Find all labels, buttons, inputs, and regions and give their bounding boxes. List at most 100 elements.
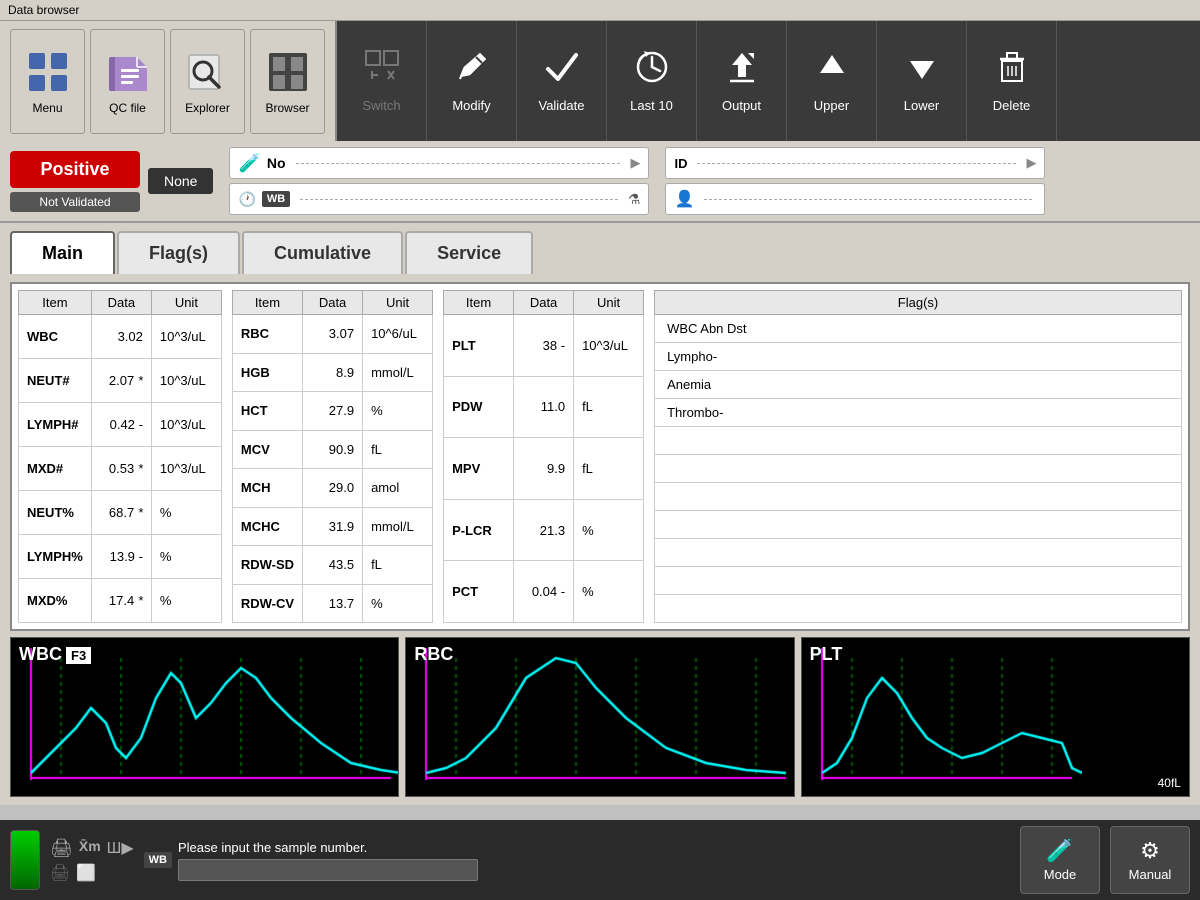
wb-status-badge: WB [144, 852, 172, 868]
table-row: MXD%17.4 *% [19, 579, 222, 623]
table-row: MXD#0.53 *10^3/uL [19, 447, 222, 491]
table-row [655, 483, 1182, 511]
id-label: ID [674, 156, 687, 171]
tube-icon: 🧪 [238, 153, 260, 174]
status-positive: Positive [10, 151, 140, 188]
plt-chart-label: PLT [810, 644, 843, 665]
tabs: Main Flag(s) Cumulative Service [10, 231, 1190, 274]
blood-icon: Ш▶ [107, 838, 134, 859]
xm-icon: X̄m [79, 838, 101, 859]
manual-icon: ⚙ [1140, 838, 1160, 864]
wbc-table: Item Data Unit WBC3.02 10^3/uLNEUT#2.07 … [18, 290, 222, 623]
clock-icon: 🕐 [238, 191, 255, 208]
blank-icon: ⬜ [76, 863, 96, 883]
table-row: NEUT#2.07 *10^3/uL [19, 359, 222, 403]
table-row: WBC Abn Dst [655, 315, 1182, 343]
title-bar: Data browser [0, 0, 1200, 21]
printer2-icon[interactable]: 🖨 [50, 863, 70, 883]
printer-icon[interactable]: 🖨 [50, 838, 73, 859]
table-row [655, 567, 1182, 595]
arrow-right-id-icon: ▶ [1026, 155, 1036, 171]
person-icon: 👤 [674, 189, 694, 209]
last10-button[interactable]: Last 10 [607, 21, 697, 141]
mode-label: Mode [1044, 867, 1077, 882]
output-button[interactable]: Output [697, 21, 787, 141]
plt-chart-unit: 40fL [1158, 776, 1181, 790]
table-row: Lympho- [655, 343, 1182, 371]
validate-button[interactable]: Validate [517, 21, 607, 141]
delete-button[interactable]: Delete [967, 21, 1057, 141]
table-row: RBC3.0710^6/uL [232, 315, 432, 354]
plt-col-data: Data [514, 291, 574, 315]
wb-badge-sample: WB [262, 191, 290, 207]
table-row: WBC3.02 10^3/uL [19, 315, 222, 359]
upper-button[interactable]: Upper [787, 21, 877, 141]
table-row: P-LCR21.3 % [444, 499, 644, 561]
wbc-chart-label: WBCF3 [19, 644, 91, 665]
none-box: None [148, 168, 213, 194]
table-row: PDW11.0 fL [444, 376, 644, 438]
table-row: LYMPH%13.9 -% [19, 535, 222, 579]
table-row: RDW-CV13.7% [232, 584, 432, 623]
table-row [655, 511, 1182, 539]
arrow-right-icon: ▶ [630, 155, 640, 171]
table-row: Thrombo- [655, 399, 1182, 427]
data-area: Item Data Unit WBC3.02 10^3/uLNEUT#2.07 … [10, 282, 1190, 631]
table-row: HCT27.9% [232, 392, 432, 431]
rbc-chart: RBC 250fL [405, 637, 794, 797]
plt-chart: PLT 40fL [801, 637, 1190, 797]
wbc-col-item: Item [19, 291, 92, 315]
charts-area: WBCF3 300fL RBC 250fL PLT 40fL [10, 637, 1190, 797]
plt-table: Item Data Unit PLT38 -10^3/uLPDW11.0 fLM… [443, 290, 644, 623]
table-row: MCHC31.9mmol/L [232, 507, 432, 546]
patient-area: Positive Not Validated None 🧪 No ▶ 🕐 WB … [0, 141, 1200, 223]
sample-no-label: No [267, 155, 286, 171]
tab-service[interactable]: Service [405, 231, 533, 274]
mode-icon: 🧪 [1046, 838, 1073, 864]
plt-col-item: Item [444, 291, 514, 315]
status-not-validated: Not Validated [10, 192, 140, 212]
modify-button[interactable]: Modify [427, 21, 517, 141]
table-row: PCT0.04 -% [444, 561, 644, 623]
switch-button[interactable]: Switch [337, 21, 427, 141]
browser-button[interactable]: Browser [250, 29, 325, 134]
table-row [655, 427, 1182, 455]
tab-cumulative[interactable]: Cumulative [242, 231, 403, 274]
lower-button[interactable]: Lower [877, 21, 967, 141]
table-row: Anemia [655, 371, 1182, 399]
table-row: MCV90.9fL [232, 430, 432, 469]
table-row: PLT38 -10^3/uL [444, 315, 644, 377]
status-bar: 🖨 X̄m Ш▶ 🖨 ⬜ WB Please input the sample … [0, 820, 1200, 900]
rbc-table: Item Data Unit RBC3.0710^6/uLHGB8.9mmol/… [232, 290, 433, 623]
table-row: LYMPH#0.42 -10^3/uL [19, 403, 222, 447]
table-row [655, 595, 1182, 623]
explorer-button[interactable]: Explorer [170, 29, 245, 134]
manual-button[interactable]: ⚙ Manual [1110, 826, 1190, 894]
qcfile-button[interactable]: QC file [90, 29, 165, 134]
rbc-col-unit: Unit [363, 291, 433, 315]
rbc-col-data: Data [303, 291, 363, 315]
toolbar: Menu QC file [0, 21, 1200, 141]
table-row: HGB8.9mmol/L [232, 353, 432, 392]
rbc-chart-label: RBC [414, 644, 453, 665]
table-row [655, 455, 1182, 483]
manual-label: Manual [1129, 867, 1172, 882]
table-row: RDW-SD43.5fL [232, 546, 432, 585]
needle-icon: ⚗ [628, 191, 641, 208]
status-input-bar[interactable] [178, 859, 478, 881]
table-row: MCH29.0amol [232, 469, 432, 508]
wbc-col-data: Data [91, 291, 151, 315]
main-content: Main Flag(s) Cumulative Service Item Dat… [0, 223, 1200, 805]
green-indicator [10, 830, 40, 890]
rbc-col-item: Item [232, 291, 302, 315]
tab-main[interactable]: Main [10, 231, 115, 274]
table-row: NEUT%68.7 *% [19, 491, 222, 535]
flag-col-header: Flag(s) [655, 291, 1182, 315]
menu-button[interactable]: Menu [10, 29, 85, 134]
table-row [655, 539, 1182, 567]
flag-table: Flag(s) WBC Abn DstLympho-AnemiaThrombo- [654, 290, 1182, 623]
tab-flags[interactable]: Flag(s) [117, 231, 240, 274]
wbc-chart: WBCF3 300fL [10, 637, 399, 797]
mode-button[interactable]: 🧪 Mode [1020, 826, 1100, 894]
status-message: Please input the sample number. [178, 840, 478, 855]
